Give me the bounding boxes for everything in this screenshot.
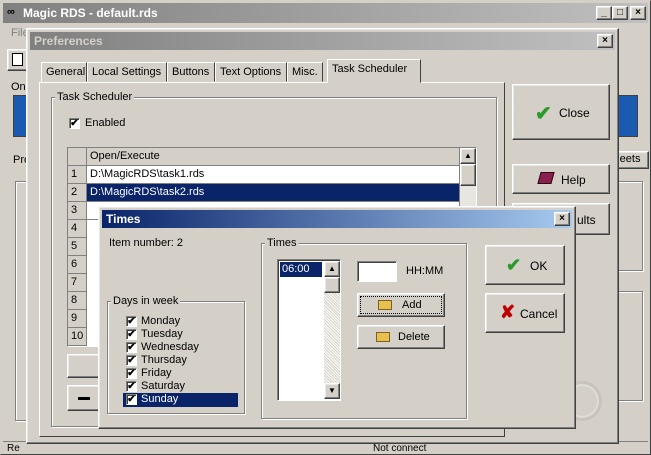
preferences-title-bar[interactable]: Preferences ×: [30, 32, 615, 50]
ok-button-label: OK: [530, 259, 548, 273]
tab-buttons[interactable]: Buttons: [167, 62, 215, 82]
day-tuesday-checkbox[interactable]: ✔: [126, 329, 137, 340]
grid-cell-selected[interactable]: D:\MagicRDS\task2.rds: [87, 184, 460, 202]
delete-time-button[interactable]: Delete: [357, 325, 445, 349]
day-wednesday-label: Wednesday: [141, 341, 199, 353]
grid-row-number: 5: [68, 238, 87, 256]
times-title-bar[interactable]: Times ×: [102, 210, 572, 228]
days-group-title: Days in week: [111, 295, 181, 307]
enabled-checkbox[interactable]: ✔: [69, 118, 80, 129]
time-input[interactable]: [357, 261, 397, 282]
defaults-button-label: ults: [577, 213, 596, 227]
app-icon: ∞: [7, 6, 15, 18]
task-scheduler-group-title: Task Scheduler: [55, 91, 135, 103]
grid-row-number: 7: [68, 274, 87, 292]
tab-local-settings[interactable]: Local Settings: [87, 62, 167, 82]
new-document-icon: [12, 53, 23, 66]
maximize-icon[interactable]: □: [612, 6, 628, 20]
close-button-label: Close: [559, 106, 590, 120]
enabled-label: Enabled: [85, 117, 126, 129]
grid-corner: [68, 148, 87, 166]
times-scroll-down-icon[interactable]: ▼: [324, 383, 340, 399]
cancel-x-icon: ✘: [500, 302, 516, 322]
day-saturday-label: Saturday: [141, 380, 186, 392]
time-format-label: HH:MM: [406, 265, 444, 277]
day-wednesday-checkbox[interactable]: ✔: [126, 342, 137, 353]
scroll-up-icon[interactable]: ▲: [460, 148, 476, 164]
grid-cell[interactable]: D:\MagicRDS\task1.rds: [87, 166, 460, 184]
day-thursday-checkbox[interactable]: ✔: [126, 355, 137, 366]
times-list-item-selected[interactable]: 06:00: [280, 262, 322, 277]
days-list: ✔ Monday ✔ Tuesday ✔ Wednesday ✔ Thursda…: [123, 314, 239, 409]
times-title: Times: [106, 212, 141, 226]
tab-general[interactable]: General: [41, 62, 87, 82]
cancel-button[interactable]: ✘ Cancel: [485, 293, 565, 333]
tab-misc[interactable]: Misc.: [287, 62, 323, 82]
times-dialog: Times × Item number: 2 Days in week ✔ Mo…: [98, 206, 576, 429]
status-left: Re: [7, 443, 20, 454]
help-button-label: Help: [561, 173, 586, 187]
delete-button-label: Delete: [398, 331, 430, 343]
help-button[interactable]: Help: [512, 164, 610, 194]
preferences-title: Preferences: [34, 34, 103, 48]
grid-row-number: 4: [68, 220, 87, 238]
status-right: Not connect: [373, 443, 427, 454]
close-icon[interactable]: ×: [630, 6, 646, 20]
day-tuesday-label: Tuesday: [141, 328, 183, 340]
day-monday-checkbox[interactable]: ✔: [126, 316, 137, 327]
main-window-title: Magic RDS - default.rds: [23, 6, 158, 20]
day-sunday-label: Sunday: [141, 393, 179, 405]
grid-row-number: 8: [68, 292, 87, 310]
ok-button[interactable]: ✔ OK: [485, 245, 565, 285]
preferences-close-icon[interactable]: ×: [597, 34, 613, 48]
cancel-button-label: Cancel: [520, 307, 558, 321]
help-book-icon: [537, 172, 555, 184]
checkmark-icon: ✔: [535, 103, 552, 125]
day-monday-label: Monday: [141, 315, 181, 327]
grid-row-number: 1: [68, 166, 87, 184]
day-sunday-checkbox[interactable]: ✔: [126, 394, 137, 405]
day-saturday-checkbox[interactable]: ✔: [126, 381, 137, 392]
times-scroll-thumb[interactable]: [324, 277, 340, 293]
grid-row-number: 10: [68, 328, 87, 346]
add-time-button[interactable]: Add: [357, 293, 445, 317]
add-button-label: Add: [402, 299, 422, 311]
scroll-thumb[interactable]: [460, 164, 476, 186]
times-scroll-up-icon[interactable]: ▲: [324, 261, 340, 277]
close-button[interactable]: ✔ Close: [512, 84, 610, 140]
tab-task-scheduler[interactable]: Task Scheduler: [327, 59, 421, 83]
add-folder-icon: [378, 300, 392, 310]
grid-row-number: 3: [68, 202, 87, 220]
day-friday-label: Friday: [141, 367, 172, 379]
times-listbox[interactable]: 06:00 ▲ ▼: [277, 259, 341, 401]
main-title-bar[interactable]: ∞ Magic RDS - default.rds _ □ ×: [3, 3, 648, 23]
minimize-icon[interactable]: _: [596, 6, 612, 20]
minus-icon: [78, 397, 90, 400]
day-friday-checkbox[interactable]: ✔: [126, 368, 137, 379]
tab-text-options[interactable]: Text Options: [215, 62, 287, 82]
tab-strip: General Local Settings Buttons Text Opti…: [41, 59, 481, 83]
times-group-title: Times: [265, 237, 299, 249]
grid-row-number: 9: [68, 310, 87, 328]
grid-row-number: 2: [68, 184, 87, 202]
delete-folder-icon: [376, 332, 390, 342]
main-left-label-on: On: [11, 81, 26, 93]
grid-row-number: 6: [68, 256, 87, 274]
times-close-icon[interactable]: ×: [554, 212, 570, 226]
item-number-label: Item number: 2: [109, 237, 183, 249]
day-thursday-label: Thursday: [141, 354, 187, 366]
ok-checkmark-icon: ✔: [506, 255, 522, 275]
grid-header-open-execute[interactable]: Open/Execute: [87, 148, 460, 166]
times-list-scrollbar[interactable]: ▲ ▼: [324, 261, 340, 399]
